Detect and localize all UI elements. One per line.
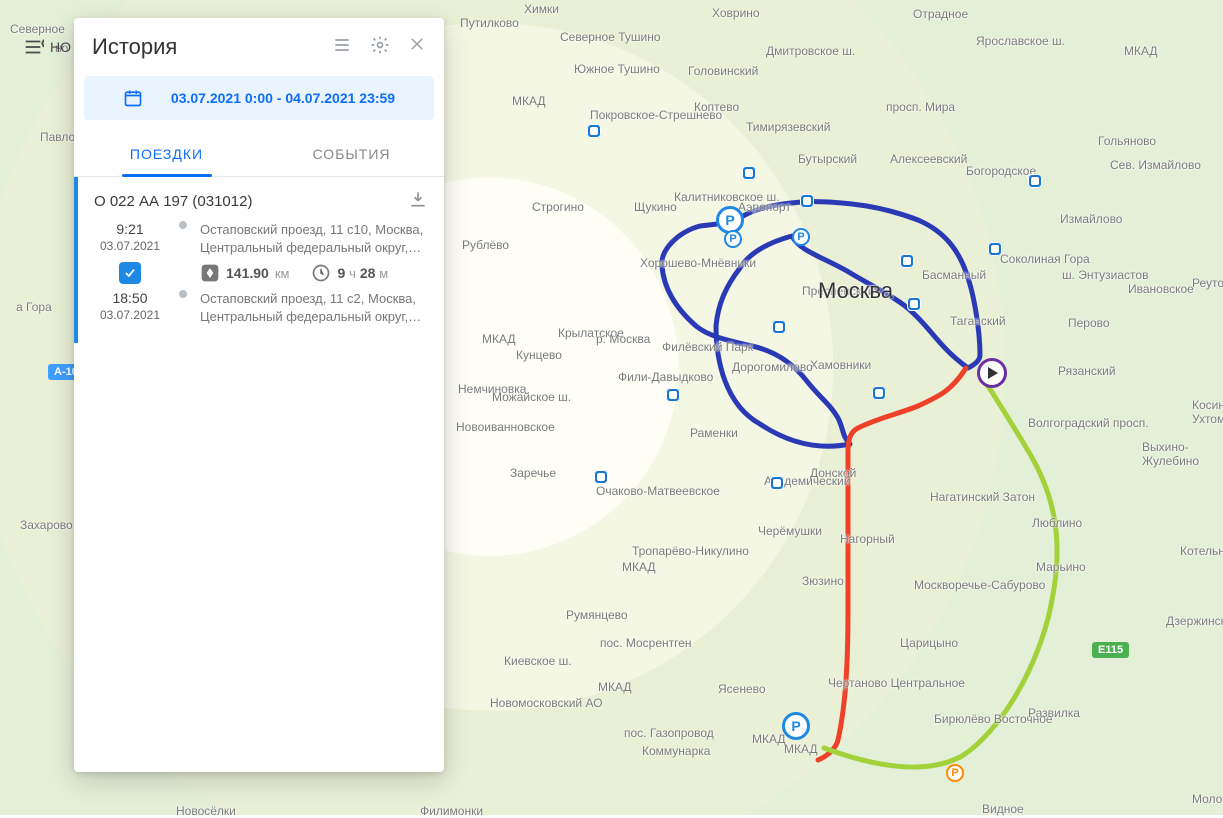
parking-marker[interactable]: P xyxy=(724,230,742,248)
timeline-dot-icon xyxy=(179,290,187,298)
transit-station-icon xyxy=(587,124,601,138)
trip-selected-checkbox[interactable] xyxy=(119,262,141,284)
transit-station-icon xyxy=(800,194,814,208)
sidebar-label: НО xyxy=(50,39,71,55)
distance-icon xyxy=(200,263,220,283)
start-date: 03.07.2021 xyxy=(94,239,166,253)
calendar-icon xyxy=(123,88,143,108)
transit-station-icon xyxy=(1028,174,1042,188)
list-view-icon[interactable] xyxy=(332,35,352,60)
end-address: Остаповский проезд, 11 с2, Москва, Центр… xyxy=(200,290,428,325)
vehicle-id: О 022 АА 197 (031012) xyxy=(94,193,252,210)
transit-station-icon xyxy=(900,254,914,268)
collapse-sidebar-button[interactable]: НО xyxy=(22,36,71,58)
download-icon[interactable] xyxy=(408,189,428,213)
date-range-picker[interactable]: 03.07.2021 0:00 - 04.07.2021 23:59 xyxy=(84,76,434,120)
transit-station-icon xyxy=(988,242,1002,256)
clock-icon xyxy=(311,263,331,283)
transit-station-icon xyxy=(772,320,786,334)
check-icon xyxy=(123,266,137,280)
timeline-dot-icon xyxy=(179,221,187,229)
start-time: 9:21 xyxy=(94,221,166,237)
tab-trips[interactable]: ПОЕЗДКИ xyxy=(74,134,259,176)
trip-duration: 9 ч 28 м xyxy=(311,263,388,283)
route-start-play-marker[interactable] xyxy=(977,358,1007,388)
trip-card[interactable]: О 022 АА 197 (031012) 9:21 03.07.2021 Ос… xyxy=(74,177,444,343)
end-date: 03.07.2021 xyxy=(94,308,166,322)
panel-title: История xyxy=(92,34,177,60)
transit-station-icon xyxy=(594,470,608,484)
parking-marker[interactable]: P xyxy=(792,228,810,246)
end-time: 18:50 xyxy=(94,290,166,306)
tab-events[interactable]: СОБЫТИЯ xyxy=(259,134,444,176)
gear-icon[interactable] xyxy=(370,35,390,60)
transit-station-icon xyxy=(770,476,784,490)
close-icon[interactable] xyxy=(408,35,426,60)
transit-station-icon xyxy=(907,297,921,311)
transit-station-icon xyxy=(666,388,680,402)
menu-icon xyxy=(22,36,44,58)
trip-distance: 141.90 км xyxy=(200,263,289,283)
transit-station-icon xyxy=(872,386,886,400)
history-panel: История 03.07.2021 0:00 - 04.07.2021 23:… xyxy=(74,18,444,772)
transit-station-icon xyxy=(742,166,756,180)
start-address: Остаповский проезд, 11 с10, Москва, Цент… xyxy=(200,221,428,256)
date-range-text: 03.07.2021 0:00 - 04.07.2021 23:59 xyxy=(171,90,395,106)
road-shield: Е115 xyxy=(1092,642,1129,658)
parking-marker[interactable]: P xyxy=(946,764,964,782)
parking-marker[interactable]: P xyxy=(782,712,810,740)
